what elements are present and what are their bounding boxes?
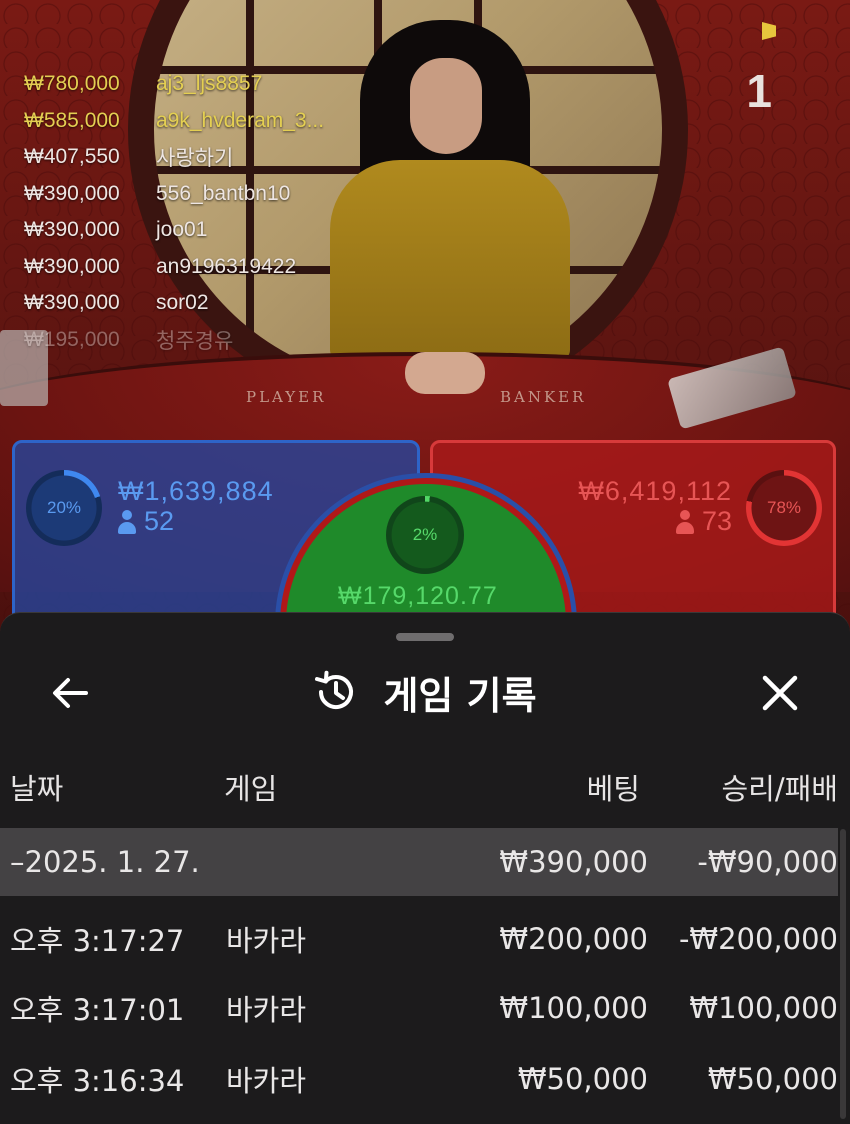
winner-amount: ₩390,000 (24, 291, 120, 315)
history-game: 바카라 (226, 924, 307, 958)
history-game: 바카라 (226, 1064, 307, 1098)
winner-amount: ₩585,000 (24, 108, 120, 132)
history-bet: ₩100,000 (499, 991, 648, 1025)
column-header-game: 게임 (224, 772, 278, 806)
scrollbar[interactable] (840, 829, 846, 1119)
history-game: 바카라 (226, 993, 307, 1027)
winner-user: a9k_hvderam_3... (156, 108, 325, 132)
drag-handle[interactable] (396, 633, 454, 641)
dealer-hands (405, 352, 485, 394)
sheet-title-text: 게임 기록 (383, 673, 537, 718)
winner-row: ₩390,000 sor02 (24, 285, 324, 322)
winner-row: ₩780,000 aj3_ljs8857 (24, 66, 324, 103)
column-header-bet: 베팅 (586, 772, 640, 806)
date-group-row[interactable]: –2025. 1. 27. ₩390,000 -₩90,000 (0, 828, 838, 896)
dealer-face (410, 58, 482, 154)
date-group-bet: ₩390,000 (499, 845, 648, 879)
winner-amount: ₩390,000 (24, 254, 120, 278)
history-time: 오후 3:16:34 (10, 1064, 185, 1098)
banker-bet-count: 73 (675, 506, 732, 537)
history-row[interactable]: 오후 3:17:01 바카라 ₩100,000 ₩100,000 (0, 974, 838, 1042)
banker-percent-ring: 78% (746, 470, 822, 546)
close-icon (762, 675, 798, 711)
history-result: -₩200,000 (678, 922, 838, 956)
player-bet-amount: ₩1,639,884 (118, 476, 274, 506)
winner-amount: ₩390,000 (24, 218, 120, 242)
winner-user: an9196319422 (156, 254, 297, 278)
winner-row: ₩390,000 556_bantbn10 (24, 176, 324, 213)
history-time: 오후 3:17:01 (10, 993, 185, 1027)
history-time: 오후 3:17:27 (10, 924, 185, 958)
person-icon (118, 509, 136, 534)
winners-list: ₩780,000 aj3_ljs8857 ₩585,000 a9k_hvdera… (24, 66, 324, 358)
history-row[interactable]: 오후 3:17:27 바카라 ₩200,000 -₩200,000 (0, 905, 838, 973)
winner-row: ₩195,000 청주경유 (24, 322, 324, 359)
winner-amount: ₩390,000 (24, 181, 120, 205)
table-label-player: PLAYER (246, 388, 327, 406)
close-button[interactable] (752, 665, 808, 721)
winner-user: 사랑하기 (156, 147, 234, 171)
winner-row: ₩585,000 a9k_hvderam_3... (24, 103, 324, 140)
person-icon (675, 509, 694, 534)
winner-user: joo01 (156, 218, 208, 242)
banker-bettor-count: 73 (701, 506, 732, 536)
history-icon (315, 670, 354, 709)
winner-amount: ₩407,550 (24, 145, 120, 169)
player-bettor-count: 52 (144, 506, 175, 536)
table-label-banker: BANKER (500, 388, 587, 406)
winner-row: ₩407,550 사랑하기 (24, 139, 324, 176)
banker-percent: 78% (766, 498, 802, 517)
winner-amount: ₩780,000 (24, 72, 120, 96)
date-group-result: -₩90,000 (697, 845, 838, 879)
history-row[interactable]: 오후 3:16:34 바카라 ₩50,000 ₩50,000 (0, 1045, 838, 1113)
history-bet: ₩200,000 (499, 922, 648, 956)
tie-percent: 2% (412, 525, 438, 544)
history-bet: ₩50,000 (517, 1062, 648, 1096)
round-number: 1 (746, 65, 772, 117)
tie-bet-amount: ₩179,120.77 (338, 582, 498, 610)
winner-amount: ₩195,000 (24, 327, 120, 351)
player-percent-ring: 20% (26, 470, 102, 546)
date-group-label: –2025. 1. 27. (10, 845, 200, 879)
winner-row: ₩390,000 an9196319422 (24, 249, 324, 286)
flag-icon (762, 22, 776, 40)
winner-row: ₩390,000 joo01 (24, 212, 324, 249)
winner-user: sor02 (156, 291, 209, 315)
history-result: ₩50,000 (707, 1062, 838, 1096)
player-percent: 20% (46, 498, 82, 517)
history-result: ₩100,000 (689, 991, 838, 1025)
winner-user: 청주경유 (156, 329, 234, 353)
column-header-date: 날짜 (10, 772, 64, 806)
sheet-title: 게임 기록 (0, 667, 850, 718)
winner-user: 556_bantbn10 (156, 181, 291, 205)
game-history-sheet: 게임 기록 날짜 게임 베팅 승리/패배 –2025. 1. 27. ₩390,… (0, 612, 850, 1124)
banker-bet-amount: ₩6,419,112 (578, 476, 732, 506)
player-bet-count: 52 (118, 506, 174, 537)
column-header-result: 승리/패배 (721, 772, 839, 806)
tie-percent-ring: 2% (386, 496, 464, 574)
winner-user: aj3_ljs8857 (156, 72, 263, 96)
dealer-body (330, 160, 570, 360)
